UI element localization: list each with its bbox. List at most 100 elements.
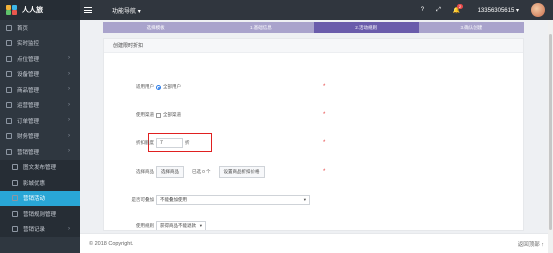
rule-control: 获得商品不能退款 ▾ bbox=[156, 221, 206, 230]
rule-label: 使用规则 bbox=[136, 223, 154, 228]
expand-icon[interactable]: ⤢ bbox=[436, 7, 441, 14]
notification-button[interactable]: 🔔2 bbox=[453, 3, 466, 14]
sidebar-subitem[interactable]: 营销记录 › bbox=[0, 221, 80, 237]
select-products-button[interactable]: 选择商品 bbox=[156, 166, 184, 178]
rule-row: 使用规则 获得商品不能退款 ▾ bbox=[104, 220, 523, 230]
chevron-right-icon: › bbox=[68, 132, 70, 139]
products-selected-count: 已选 0 个 bbox=[192, 169, 211, 174]
sidebar-item-label: 财务管理 bbox=[17, 134, 40, 141]
app-title: 人人旅 bbox=[22, 7, 43, 14]
submenu-item-icon bbox=[12, 164, 18, 171]
step-template[interactable]: 选择模板 bbox=[103, 22, 209, 33]
sidebar-item-label: 实时监控 bbox=[17, 41, 40, 48]
menu-item-icon bbox=[6, 24, 12, 31]
sidebar-item-label: 商品管理 bbox=[17, 87, 40, 94]
sidebar-item[interactable]: 财务管理 › bbox=[0, 129, 80, 145]
menu-item-icon bbox=[6, 40, 12, 47]
menu-item-icon bbox=[6, 117, 12, 124]
sidebar-item-label: 设备管理 bbox=[17, 72, 40, 79]
submenu-item-icon bbox=[12, 195, 18, 202]
step-activity-rules[interactable]: 2.活动规则 bbox=[313, 22, 419, 33]
user-phone-text: 13356305615 bbox=[477, 7, 515, 14]
discount-label: 折扣额度 bbox=[136, 140, 154, 145]
required-mark: * bbox=[323, 140, 326, 146]
sidebar-item[interactable]: 运营管理 › bbox=[0, 98, 80, 114]
scrollbar[interactable] bbox=[548, 20, 553, 253]
products-control: 选择商品 已选 0 个 设置商品折扣价格 bbox=[156, 166, 265, 178]
help-icon[interactable]: ? bbox=[421, 7, 424, 13]
sidebar-item[interactable]: 设备管理 › bbox=[0, 67, 80, 83]
stack-control: 不能叠加使用 ▾ bbox=[156, 195, 310, 205]
sidebar-item[interactable]: 订单管理 › bbox=[0, 113, 80, 129]
function-nav-label: 功能导航 bbox=[112, 8, 137, 15]
menu-item-icon bbox=[6, 55, 12, 62]
menu-item-icon bbox=[6, 71, 12, 78]
sidebar-subitem-label: 图文发布管理 bbox=[23, 165, 57, 172]
users-control: 全部用户 bbox=[156, 84, 181, 90]
chevron-right-icon: › bbox=[68, 117, 70, 123]
set-discount-price-button[interactable]: 设置商品折扣价格 bbox=[218, 166, 265, 178]
avatar[interactable] bbox=[531, 3, 545, 17]
sidebar-item-label: 订单管理 bbox=[17, 118, 40, 125]
footer: © 2018 Copyright. 返回顶部 ↑ bbox=[80, 233, 553, 253]
submenu-item-icon bbox=[12, 210, 18, 217]
step-confirm[interactable]: 3.确认创建 bbox=[418, 22, 524, 33]
chevron-right-icon: › bbox=[68, 55, 70, 61]
chevron-right-icon: › bbox=[68, 225, 70, 232]
sidebar-item-label: 首页 bbox=[17, 25, 29, 32]
rule-select[interactable]: 获得商品不能退款 ▾ bbox=[156, 221, 206, 230]
stack-label: 是否可叠加 bbox=[131, 197, 155, 202]
rule-value: 获得商品不能退款 bbox=[160, 223, 196, 228]
sidebar-item-label: 营销管理 bbox=[17, 149, 40, 156]
users-label: 适用用户 bbox=[136, 84, 154, 89]
sidebar-subitem[interactable]: 营销规则管理 bbox=[0, 206, 80, 222]
chevron-down-icon: ▾ bbox=[199, 223, 202, 228]
sidebar-item[interactable]: 商品管理 › bbox=[0, 82, 80, 98]
function-nav-dropdown[interactable]: 功能导航 ▾ bbox=[112, 6, 141, 15]
discount-unit: 折 bbox=[185, 140, 190, 145]
discount-row: 折扣额度 7 折 * bbox=[104, 137, 523, 149]
channel-checkbox[interactable] bbox=[156, 112, 161, 118]
menu-item-icon bbox=[6, 148, 12, 155]
back-to-top-link[interactable]: 返回顶部 ↑ bbox=[518, 240, 544, 248]
menu-item-icon bbox=[6, 133, 12, 140]
users-radio[interactable] bbox=[156, 84, 161, 90]
scrollbar-thumb[interactable] bbox=[549, 34, 552, 230]
sidebar-item[interactable]: 营销管理 › bbox=[0, 144, 80, 160]
top-bar: 功能导航 ▾ ? ⤢ 🔔2 13356305615 ▾ bbox=[80, 0, 553, 20]
required-mark: * bbox=[323, 84, 326, 90]
stack-select[interactable]: 不能叠加使用 ▾ bbox=[156, 195, 310, 205]
sidebar-item[interactable]: 首页 bbox=[0, 20, 80, 36]
step-basic-info[interactable]: 1.基础信息 bbox=[208, 22, 314, 33]
products-label: 选择商品 bbox=[136, 169, 154, 174]
user-phone[interactable]: 13356305615 ▾ bbox=[478, 7, 519, 14]
sidebar-item[interactable]: 点位管理 › bbox=[0, 51, 80, 67]
products-row: 选择商品 选择商品 已选 0 个 设置商品折扣价格 * bbox=[104, 166, 523, 178]
users-option-label: 全部用户 bbox=[163, 84, 181, 89]
discount-control: 7 折 bbox=[156, 138, 190, 148]
sidebar-subitem[interactable]: 图文发布管理 bbox=[0, 159, 80, 175]
stack-row: 是否可叠加 不能叠加使用 ▾ bbox=[104, 194, 523, 206]
sidebar-subitem[interactable]: 营销活动 bbox=[0, 190, 80, 206]
stack-value: 不能叠加使用 bbox=[160, 197, 187, 202]
menu-item-icon bbox=[6, 102, 12, 109]
section-title: 创建限时折扣 bbox=[104, 39, 523, 53]
copyright-text: © 2018 Copyright. bbox=[89, 240, 134, 247]
main-content: 选择模板 1.基础信息 2.活动规则 3.确认创建 创建限时折扣 适用用户 全部… bbox=[80, 20, 553, 253]
app-logo[interactable]: 人人旅 bbox=[0, 0, 80, 20]
chevron-right-icon: › bbox=[68, 70, 70, 77]
discount-input[interactable]: 7 bbox=[156, 138, 183, 148]
submenu-item-icon bbox=[12, 226, 18, 233]
chevron-down-icon: ▾ bbox=[137, 8, 141, 15]
channel-option-label: 全部渠道 bbox=[163, 112, 181, 117]
sidebar-subitem[interactable]: 影城优惠 bbox=[0, 175, 80, 191]
sidebar-item-label: 运营管理 bbox=[17, 103, 40, 110]
sidebar-subitem-label: 营销规则管理 bbox=[23, 211, 57, 218]
form-card: 创建限时折扣 适用用户 全部用户 * 使用渠道 全部渠道 * 折扣额度 7 折 bbox=[103, 38, 524, 231]
channel-control: 全部渠道 bbox=[156, 112, 181, 118]
users-row: 适用用户 全部用户 * bbox=[104, 81, 523, 93]
menu-item-icon bbox=[6, 86, 12, 93]
menu-toggle-icon[interactable] bbox=[84, 7, 92, 13]
chevron-right-icon: › bbox=[68, 86, 70, 92]
sidebar-item[interactable]: 实时监控 bbox=[0, 36, 80, 52]
